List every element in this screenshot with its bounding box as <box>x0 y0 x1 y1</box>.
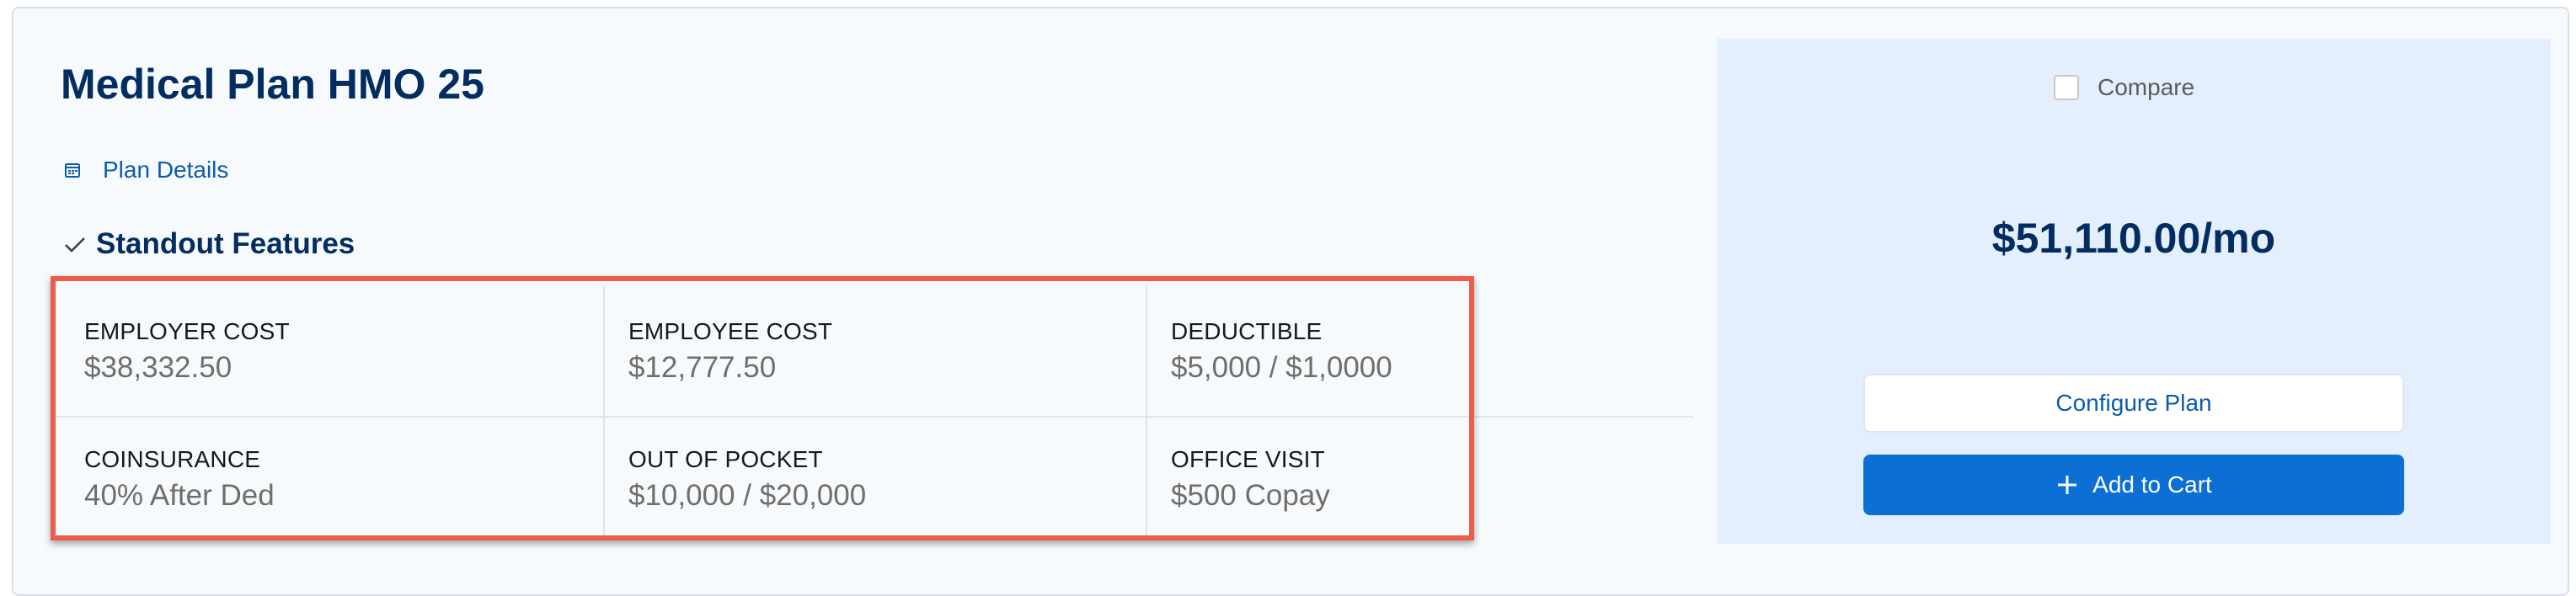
features-row-divider <box>51 416 1693 418</box>
features-column-divider <box>1146 286 1147 535</box>
checkbox-box[interactable] <box>2054 75 2079 100</box>
add-to-cart-label: Add to Cart <box>2092 471 2212 498</box>
feature-office-visit: OFFICE VISIT $500 Copay <box>1171 446 1330 514</box>
plan-details-link[interactable]: Plan Details <box>64 157 228 184</box>
feature-label: COINSURANCE <box>84 446 261 472</box>
feature-employee-cost: EMPLOYEE COST $12,777.50 <box>628 318 832 386</box>
feature-value: $5,000 / $1,0000 <box>1171 351 1392 384</box>
feature-coinsurance: COINSURANCE 40% After Ded <box>84 446 275 514</box>
compare-checkbox[interactable]: Compare <box>2054 74 2194 101</box>
standout-features-label: Standout Features <box>96 227 355 260</box>
feature-employer-cost: EMPLOYER COST $38,332.50 <box>84 318 290 386</box>
plus-icon <box>2055 473 2079 497</box>
configure-plan-button[interactable]: Configure Plan <box>1863 374 2404 433</box>
feature-label: EMPLOYEE COST <box>628 318 833 344</box>
calendar-icon <box>64 162 81 178</box>
feature-label: OFFICE VISIT <box>1171 446 1325 472</box>
plan-details-label: Plan Details <box>103 157 229 183</box>
plan-title: Medical Plan HMO 25 <box>61 61 484 108</box>
feature-value: $38,332.50 <box>84 351 232 384</box>
feature-value: $10,000 / $20,000 <box>628 479 867 512</box>
feature-label: EMPLOYER COST <box>84 318 290 344</box>
feature-out-of-pocket: OUT OF POCKET $10,000 / $20,000 <box>628 446 866 514</box>
features-grid: EMPLOYER COST $38,332.50 EMPLOYEE COST $… <box>51 278 1693 535</box>
feature-deductible: DEDUCTIBLE $5,000 / $1,0000 <box>1171 318 1392 386</box>
compare-label: Compare <box>2098 74 2195 100</box>
feature-value: $12,777.50 <box>628 351 777 384</box>
features-column-divider <box>603 286 605 535</box>
checkmark-icon <box>62 231 88 257</box>
feature-value: 40% After Ded <box>84 479 275 512</box>
pricing-panel: Compare $51,110.00/mo Configure Plan Add… <box>1717 39 2551 544</box>
standout-features-heading: Standout Features <box>62 227 355 261</box>
monthly-price: $51,110.00/mo <box>1991 215 2276 262</box>
feature-value: $500 Copay <box>1171 479 1330 512</box>
feature-label: DEDUCTIBLE <box>1171 318 1323 344</box>
feature-label: OUT OF POCKET <box>628 446 823 472</box>
add-to-cart-button[interactable]: Add to Cart <box>1863 455 2404 515</box>
configure-plan-label: Configure Plan <box>2055 390 2212 416</box>
